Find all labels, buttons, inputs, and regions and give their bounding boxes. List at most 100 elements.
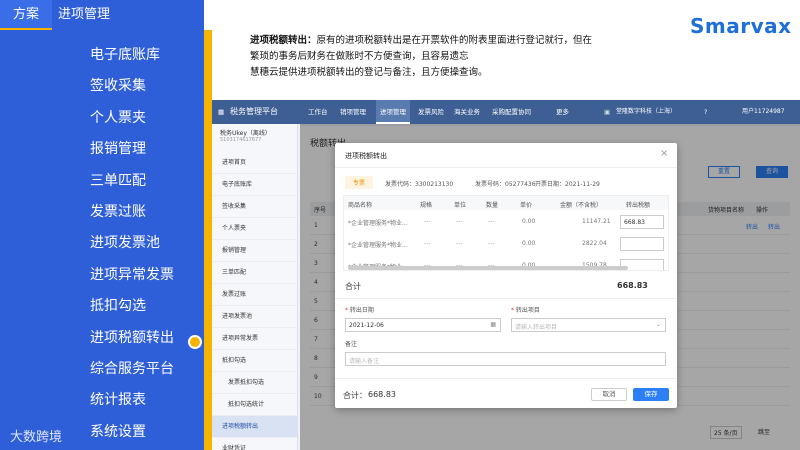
main-menu: 电子底账库 签收采集 个人票夹 报销管理 三单匹配 发票过账 进项发票池 进项异…: [0, 40, 204, 448]
item-spec: ---: [424, 218, 431, 225]
close-icon[interactable]: ×: [660, 148, 668, 159]
ukey-status: 税务Ukey（离线） 5103174617677: [212, 124, 297, 152]
user-name[interactable]: 用户11724987: [742, 100, 785, 124]
company-icon: ▣: [604, 108, 611, 116]
date-field-label-text: 转出日期: [349, 307, 374, 314]
tab-vat-management[interactable]: 进项管理: [52, 0, 204, 30]
date-value: 2021-12-06: [349, 322, 384, 329]
help-icon[interactable]: ?: [704, 100, 707, 124]
menu-item-deduction[interactable]: 抵扣勾选: [0, 291, 204, 322]
tax-out-input[interactable]: [620, 237, 664, 251]
horizontal-scrollbar[interactable]: [348, 266, 628, 270]
sum-value: 668.83: [617, 281, 648, 290]
menu-item-ledger[interactable]: 电子底账库: [0, 40, 204, 71]
description: 进项税额转出：原有的进项税额转出是在开票软件的附表里面进行登记就行，但在 繁琐的…: [250, 33, 630, 81]
date-input[interactable]: 2021-12-06 ▦: [345, 318, 501, 332]
item-field-label: * 转出项目: [511, 307, 540, 314]
col-spec: 规格: [420, 202, 433, 209]
item-price: 0.00: [522, 240, 536, 247]
item-qty: ---: [488, 218, 495, 225]
sidebar-item-pool[interactable]: 进项发票池: [212, 306, 297, 328]
menu-item-reports[interactable]: 统计报表: [0, 385, 204, 416]
item-row: *企业管理服务*物业... --- --- --- 0.00 2822.04: [344, 234, 668, 254]
app-logo-icon: ▦: [218, 108, 225, 116]
sidebar-item-reimburse[interactable]: 报销管理: [212, 240, 297, 262]
tab-plan[interactable]: 方案: [0, 0, 52, 30]
description-term: 进项税额转出：: [250, 35, 317, 46]
company-name[interactable]: 堂隆数字科技（上海）: [616, 100, 676, 124]
tax-out-input[interactable]: 668.83: [620, 215, 664, 229]
topnav-input[interactable]: 进项管理: [376, 100, 410, 124]
sidebar-item-deduction-stats[interactable]: 抵扣勾选统计: [212, 394, 297, 416]
menu-item-transfer-out[interactable]: 进项税额转出: [0, 323, 204, 354]
active-indicator-icon: [188, 335, 202, 349]
accent-bar: [204, 30, 212, 450]
note-input[interactable]: 请输入备注: [345, 352, 666, 366]
sidebar-item-deduction-select[interactable]: 发票抵扣勾选: [212, 372, 297, 394]
menu-item-collect[interactable]: 签收采集: [0, 71, 204, 102]
sidebar-item-ledger[interactable]: 电子底账库: [212, 174, 297, 196]
invoice-type-tag: 专票: [345, 176, 374, 189]
app-title: 税务管理平台: [230, 107, 278, 116]
total-value: 668.83: [368, 390, 396, 399]
menu-item-posting[interactable]: 发票过账: [0, 197, 204, 228]
col-price: 单价: [520, 202, 533, 209]
items-table: 商品名称 规格 单位 数量 单价 金额（不含税） 转出税额 *企业管理服务*物业…: [343, 195, 669, 271]
sum-label: 合计: [345, 282, 361, 291]
brand-logo: Smarvax: [690, 14, 792, 38]
transfer-item-placeholder: 请输入转出项目: [515, 324, 558, 331]
calendar-icon[interactable]: ▦: [490, 321, 496, 328]
item-amount: 2822.04: [582, 240, 607, 247]
sidebar-item-abnormal[interactable]: 进项异常发票: [212, 328, 297, 350]
topnav-purchase[interactable]: 采购配置协同: [492, 100, 531, 124]
sidebar-item-collect[interactable]: 签收采集: [212, 196, 297, 218]
topnav-workbench[interactable]: 工作台: [308, 100, 328, 124]
menu-item-reimburse[interactable]: 报销管理: [0, 134, 204, 165]
sidebar-item-transfer-out[interactable]: 进项税额转出: [212, 416, 297, 438]
dialog-title: 进项税额转出: [345, 152, 387, 160]
item-spec: ---: [424, 240, 431, 247]
items-table-header: 商品名称 规格 单位 数量 单价 金额（不含税） 转出税额: [344, 196, 668, 210]
menu-item-invoice-pool[interactable]: 进项发票池: [0, 228, 204, 259]
description-line2: 繁琐的事务后财务在做账时不方便查询，且容易遗忘: [250, 51, 469, 62]
topnav-sales[interactable]: 销项管理: [340, 100, 366, 124]
invoice-number: 发票号码：05277436: [475, 181, 536, 188]
menu-item-service-platform[interactable]: 综合服务平台: [0, 354, 204, 385]
menu-item-wallet[interactable]: 个人票夹: [0, 103, 204, 134]
item-unit: ---: [456, 240, 463, 247]
sidebar-item-home[interactable]: 进项首页: [212, 152, 297, 174]
date-field-label: * 转出日期: [345, 307, 374, 314]
topnav-more[interactable]: 更多: [556, 100, 569, 124]
ukey-label: 税务Ukey（离线）: [220, 130, 271, 137]
sidebar-item-posting[interactable]: 发票过账: [212, 284, 297, 306]
app-sidebar: 税务Ukey（离线） 5103174617677 进项首页 电子底账库 签收采集…: [212, 124, 298, 450]
sidebar-item-deduction[interactable]: 抵扣勾选: [212, 350, 297, 372]
topnav-risk[interactable]: 发票风险: [418, 100, 444, 124]
item-row: *企业管理服务*物业... --- --- --- 0.00 11147.21 …: [344, 212, 668, 232]
total-label: 合计：: [343, 391, 367, 400]
item-amount: 11147.21: [582, 218, 611, 225]
transfer-item-select[interactable]: 请输入转出项目 ⌄: [511, 318, 666, 332]
save-button[interactable]: 保存: [633, 388, 669, 401]
divider: [335, 167, 677, 168]
divider: [335, 298, 677, 299]
chevron-down-icon: ⌄: [655, 321, 661, 328]
sidebar-item-wallet[interactable]: 个人票夹: [212, 218, 297, 240]
cancel-button[interactable]: 取消: [591, 388, 627, 401]
description-line3: 慧穗云提供进项税额转出的登记与备注，且方便操查询。: [250, 67, 488, 78]
item-qty: ---: [488, 240, 495, 247]
note-label: 备注: [345, 341, 358, 348]
col-unit: 单位: [454, 202, 467, 209]
watermark: 大数跨境: [10, 430, 63, 445]
topnav-customs[interactable]: 海关业务: [454, 100, 480, 124]
divider: [335, 378, 677, 379]
menu-item-three-match[interactable]: 三单匹配: [0, 166, 204, 197]
app-topbar: ▦ 税务管理平台 工作台 销项管理 进项管理 发票风险 海关业务 采购配置协同 …: [212, 100, 800, 124]
item-unit: ---: [456, 218, 463, 225]
sidebar-item-match[interactable]: 三单匹配: [212, 262, 297, 284]
menu-item-abnormal[interactable]: 进项异常发票: [0, 260, 204, 291]
col-qty: 数量: [486, 202, 499, 209]
sidebar-item-voucher[interactable]: 业财凭证: [212, 438, 297, 450]
ukey-number: 5103174617677: [220, 137, 262, 143]
item-field-label-text: 转出项目: [515, 307, 540, 314]
